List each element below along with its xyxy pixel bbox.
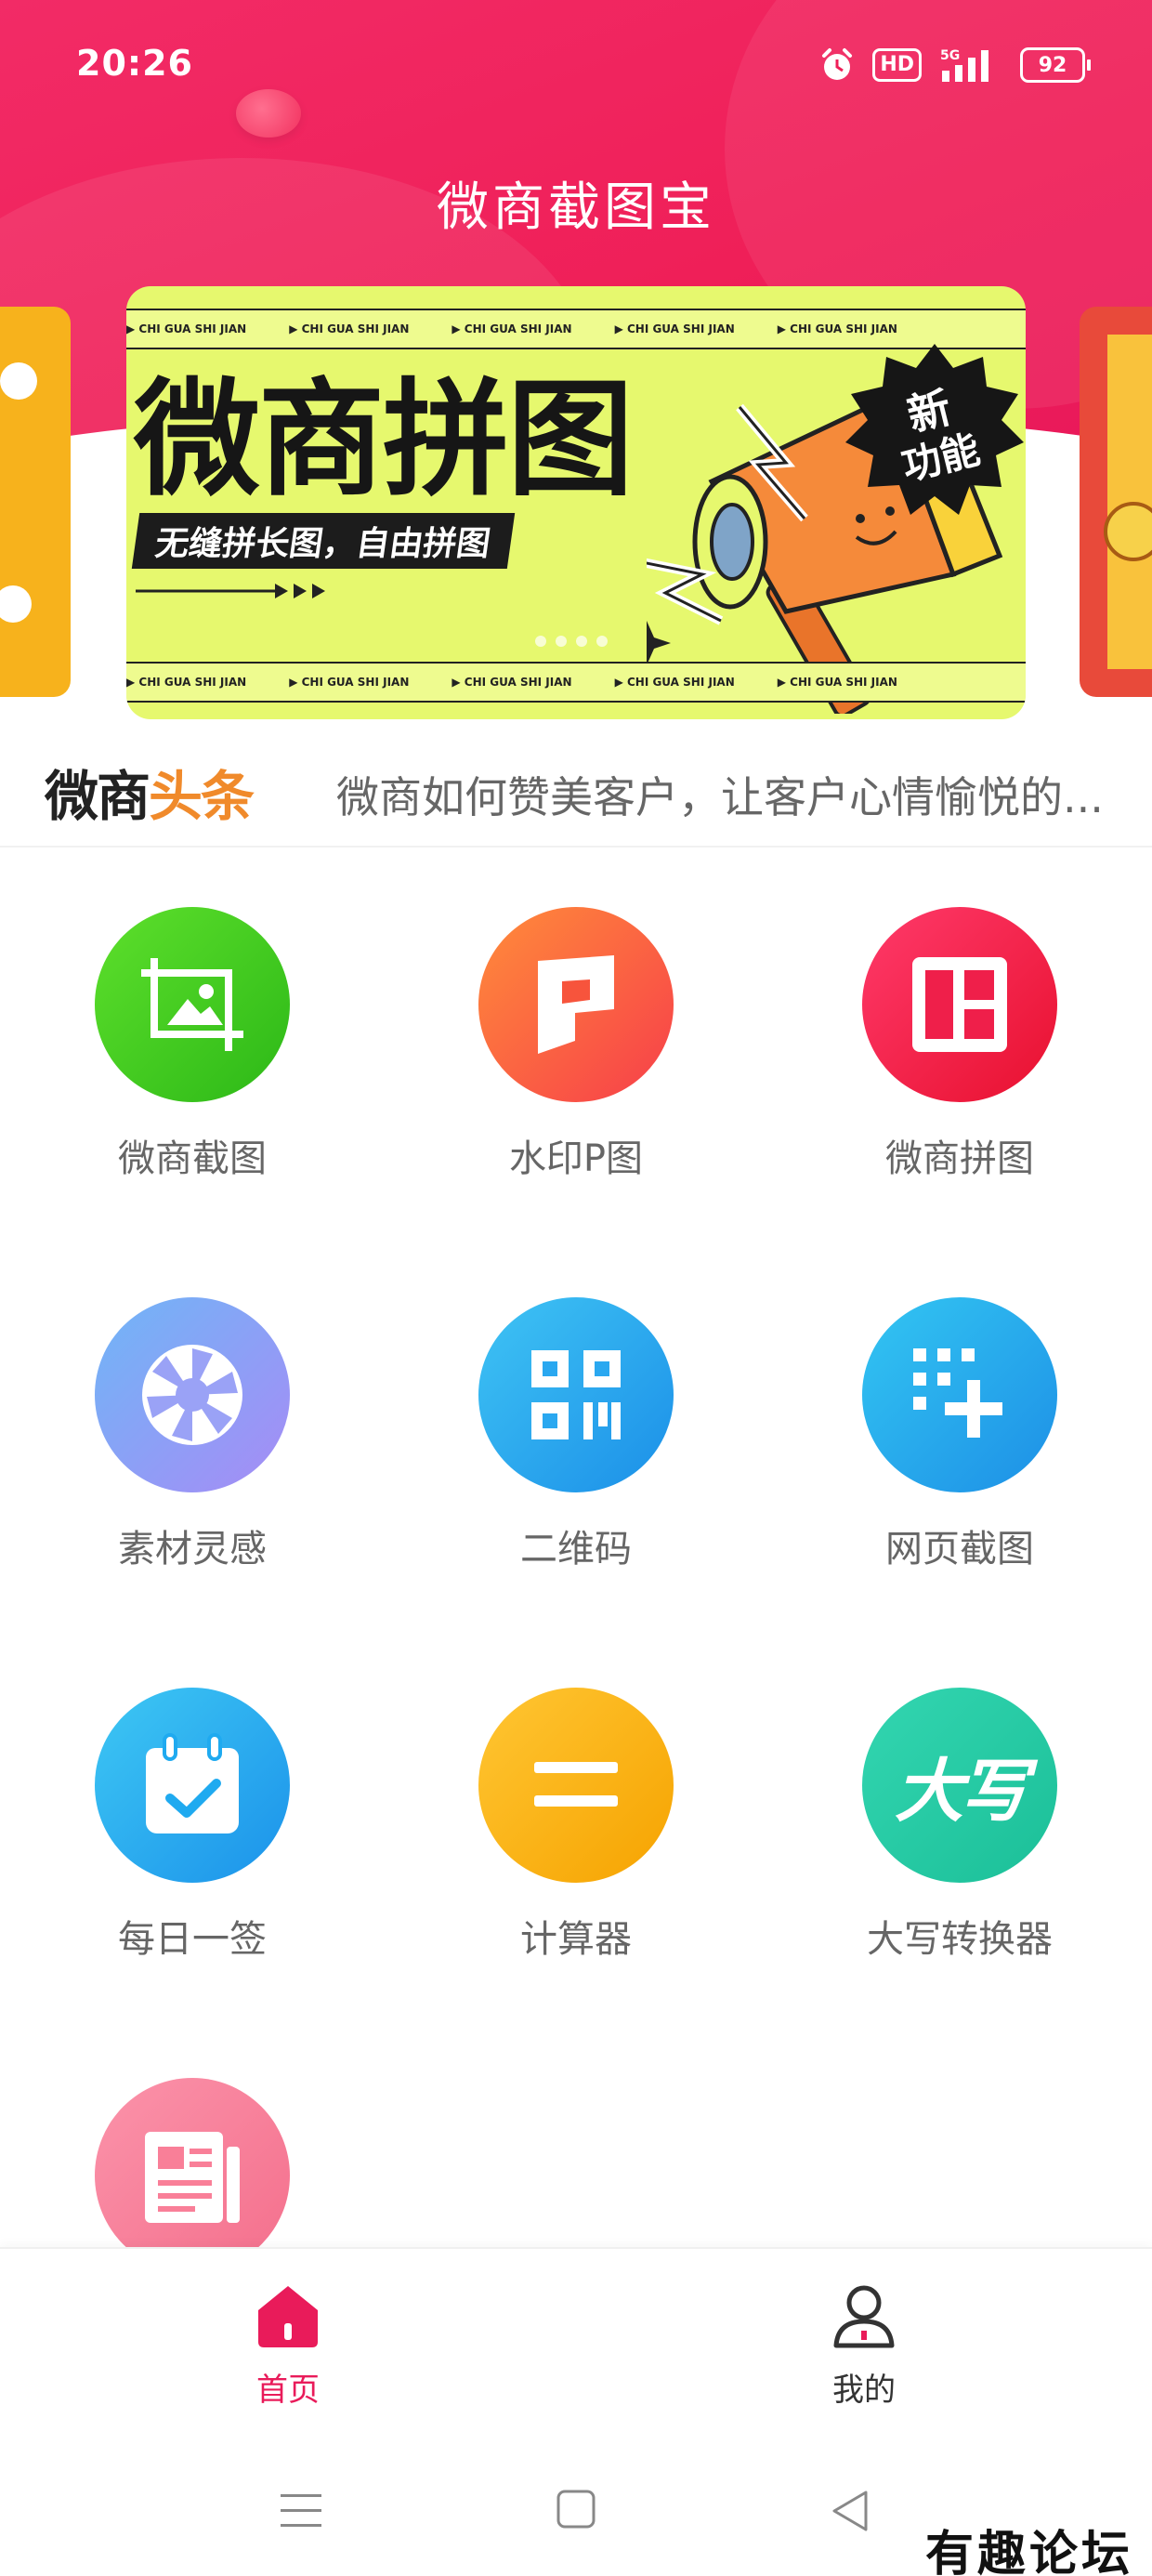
banner-next-slide[interactable] <box>1080 307 1152 697</box>
calendar-check-icon <box>95 1688 290 1883</box>
bottom-nav: 首页 我的 <box>0 2247 1152 2444</box>
forum-watermark: 有趣论坛 <box>924 2526 1133 2576</box>
tool-watermark[interactable]: 水印P图 <box>432 848 711 1201</box>
news-headline-text[interactable]: 微商如何赞美客户，让客户心情愉悦的... <box>336 764 1135 825</box>
tool-label: 每日一签 <box>118 1918 267 1961</box>
tool-label: 二维码 <box>520 1528 632 1571</box>
aperture-icon <box>95 1297 290 1492</box>
uppercase-convert-icon: 大写 <box>862 1688 1057 1883</box>
tool-collage[interactable]: 微商拼图 <box>816 848 1094 1201</box>
new-feature-badge: 新 功能 <box>845 344 1024 515</box>
collage-grid-icon <box>862 907 1057 1102</box>
battery-indicator: 92 <box>1020 47 1091 83</box>
equals-icon <box>478 1688 674 1883</box>
signal-icon: 5G <box>938 46 1003 84</box>
news-icon <box>95 2078 290 2273</box>
nav-me-label: 我的 <box>832 2372 896 2409</box>
nav-me[interactable]: 我的 <box>743 2282 985 2410</box>
status-time: 20:26 <box>76 43 193 84</box>
tool-webcapture[interactable]: 网页截图 <box>816 1238 1094 1591</box>
banner-subtitle: 无缝拼长图，自由拼图 <box>131 513 516 569</box>
alarm-icon <box>818 46 856 84</box>
app-title: 微商截图宝 <box>437 177 715 238</box>
svg-text:5G: 5G <box>940 48 960 63</box>
arrow-decoration-icon <box>136 584 325 598</box>
menu-icon[interactable] <box>279 2489 323 2533</box>
tool-label: 网页截图 <box>885 1528 1034 1571</box>
hd-badge: HD <box>872 48 922 82</box>
banner-headline: 微商拼图 <box>134 367 634 514</box>
user-icon <box>833 2285 895 2348</box>
status-icons: HD 5G 92 <box>818 46 1091 84</box>
tool-label: 素材灵感 <box>118 1528 267 1571</box>
news-headline-bar[interactable]: 微商头条 微商如何赞美客户，让客户心情愉悦的... <box>0 734 1152 848</box>
decorative-bubble <box>236 89 301 138</box>
tool-qrcode[interactable]: 二维码 <box>432 1238 711 1591</box>
tool-calculator[interactable]: 计算器 <box>432 1628 711 1981</box>
tool-label: 微商截图 <box>118 1137 267 1180</box>
tool-label: 大写转换器 <box>867 1918 1053 1961</box>
image-crop-icon <box>95 907 290 1102</box>
tool-inspiration[interactable]: 素材灵感 <box>48 1238 327 1591</box>
carousel-indicator <box>535 636 608 647</box>
web-capture-icon <box>862 1297 1057 1492</box>
tool-label: 微商拼图 <box>885 1137 1034 1180</box>
banner-ticker-bottom: ▶ CHI GUA SHI JIAN ▶ CHI GUA SHI JIAN ▶ … <box>126 662 1026 703</box>
tool-uppercase-converter[interactable]: 大写 大写转换器 <box>816 1628 1094 1981</box>
tool-label: 水印P图 <box>508 1137 644 1180</box>
nav-home-label: 首页 <box>256 2372 320 2409</box>
nav-home[interactable]: 首页 <box>167 2282 409 2410</box>
tool-label: 计算器 <box>520 1918 632 1961</box>
tool-daily-sign[interactable]: 每日一签 <box>48 1628 327 1981</box>
tool-screenshot[interactable]: 微商截图 <box>48 848 327 1201</box>
qr-code-icon <box>478 1297 674 1492</box>
watermark-p-icon <box>478 907 674 1102</box>
promo-banner[interactable]: ▶ CHI GUA SHI JIAN ▶ CHI GUA SHI JIAN ▶ … <box>126 286 1026 719</box>
home-icon <box>258 2286 318 2347</box>
app-screen: 20:26 HD 5G 92 微商截图宝 ▶ CHI GUA SHI JIAN … <box>0 0 1152 2576</box>
news-logo: 微商头条 <box>45 765 255 828</box>
home-square-icon[interactable] <box>556 2489 596 2530</box>
battery-level: 92 <box>1020 47 1085 83</box>
banner-prev-slide[interactable] <box>0 307 71 697</box>
back-icon[interactable] <box>829 2489 870 2533</box>
